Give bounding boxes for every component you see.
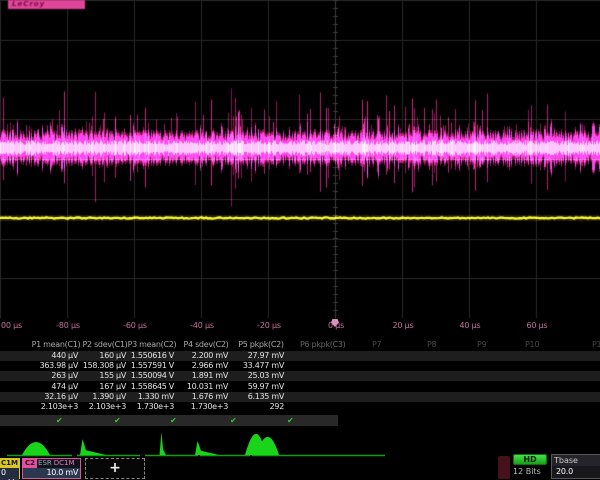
time-axis-label: -60 µs xyxy=(123,321,147,330)
measure-value: 1.557591 V xyxy=(131,361,174,371)
measure-param-header-inactive[interactable]: P6 pkpk(C3) xyxy=(300,340,346,349)
measure-row: 32.16 µV 1.390 µV 1.330 mV 1.676 mV 6.135 mV xyxy=(0,392,600,402)
c2-esr-tag: ESR xyxy=(37,459,53,468)
measure-value: 1.730e+3 xyxy=(137,402,174,412)
c1-descriptor-partial[interactable]: C1M 0 mV xyxy=(0,458,20,479)
measure-value: 1.550616 V xyxy=(131,351,174,361)
resolution-label: 12 Bits xyxy=(513,467,553,476)
measure-value: 2.966 mV xyxy=(192,361,228,371)
descriptor-fragment xyxy=(498,456,510,479)
c2-coupling-tag: DC1M xyxy=(53,459,76,468)
c1-scale-value: 0 mV xyxy=(0,468,19,480)
measure-value: 1.730e+3 xyxy=(191,402,228,412)
time-axis-label: 20 µs xyxy=(393,321,414,330)
time-axis: 00 µs -80 µs -60 µs -40 µs -20 µs 0 µs 20 µs 40… xyxy=(0,318,600,333)
measure-value: 32.16 µV xyxy=(44,392,78,402)
measure-value: 167 µV xyxy=(99,382,126,392)
time-axis-label: -20 µs xyxy=(257,321,281,330)
measure-value: 1.330 mV xyxy=(138,392,174,402)
measure-param-header[interactable]: P5 pkpk(C2) xyxy=(238,340,284,349)
measure-value: 2.103e+3 xyxy=(41,402,78,412)
measure-value: 6.135 mV xyxy=(248,392,284,402)
measure-row: 363.98 µV 158.308 µV 1.557591 V 2.966 mV 33.… xyxy=(0,361,600,371)
measure-value: 27.97 mV xyxy=(248,351,284,361)
time-axis-label: 00 µs xyxy=(1,321,22,330)
measure-value: 1.676 mV xyxy=(192,392,228,402)
histicon xyxy=(245,434,279,455)
time-axis-label: -40 µs xyxy=(190,321,214,330)
status-check-icon: ✔ xyxy=(170,416,176,425)
histicon xyxy=(80,439,106,455)
measure-param-header-inactive[interactable]: P8 xyxy=(427,340,436,349)
measure-row: 263 µV 155 µV 1.550094 V 1.891 mV 25.03 mV xyxy=(0,371,600,381)
measure-param-header-inactive[interactable]: P7 xyxy=(372,340,381,349)
measure-value: 1.558645 V xyxy=(131,382,174,392)
time-axis-label: 40 µs xyxy=(460,321,481,330)
histicon xyxy=(195,441,219,455)
measure-value: 160 µV xyxy=(99,351,126,361)
measure-value: 158.308 µV xyxy=(83,361,126,371)
measure-param-header-inactive[interactable]: P11 xyxy=(592,340,600,349)
timebase-value: 20.0 xyxy=(552,466,600,477)
measure-param-header[interactable]: P2 sdev(C1) xyxy=(83,340,128,349)
measure-param-header-inactive[interactable]: P10 xyxy=(525,340,539,349)
measure-param-header-inactive[interactable]: P9 xyxy=(477,340,486,349)
status-check-icon: ✔ xyxy=(114,416,120,425)
measure-value: 2.200 mV xyxy=(192,351,228,361)
lecroy-logo: LeCroy xyxy=(8,0,85,9)
measure-value: 292 xyxy=(270,402,284,412)
measure-row: 440 µV 160 µV 1.550616 V 2.200 mV 27.97 mV xyxy=(0,351,600,361)
waveform-display[interactable] xyxy=(0,0,600,318)
time-axis-label: 60 µs xyxy=(527,321,548,330)
status-check-icon: ✔ xyxy=(287,416,293,425)
add-trace-button[interactable]: + xyxy=(85,458,145,479)
measure-value: 33.477 mV xyxy=(243,361,284,371)
measure-value: 25.03 mV xyxy=(248,371,284,381)
measure-value: 59.97 mV xyxy=(248,382,284,392)
hd-mode-badge: HD xyxy=(513,454,547,465)
c1-coupling-badge: C1M xyxy=(0,459,19,468)
c2-descriptor[interactable]: C2 ESR DC1M 10.0 mV xyxy=(22,458,81,479)
measure-param-header[interactable]: P4 sdev(C2) xyxy=(184,340,229,349)
measure-status-row: ✔ ✔ ✔ ✔ ✔ xyxy=(0,415,338,426)
histicons-row xyxy=(0,430,600,458)
measure-value: 1.891 mV xyxy=(192,371,228,381)
measure-value: 363.98 µV xyxy=(40,361,78,371)
status-check-icon: ✔ xyxy=(56,416,62,425)
measure-row: 2.103e+3 2.103e+3 1.730e+3 1.730e+3 292 xyxy=(0,402,600,412)
time-axis-label: 0 µs xyxy=(328,321,344,330)
measure-value: 474 µV xyxy=(51,382,78,392)
measure-value: 155 µV xyxy=(99,371,126,381)
measure-value: 1.390 µV xyxy=(92,392,126,402)
measure-value: 440 µV xyxy=(51,351,78,361)
measure-value: 1.550094 V xyxy=(131,371,174,381)
measure-value: 2.103e+3 xyxy=(89,402,126,412)
timebase-descriptor[interactable]: Tbase 20.0 xyxy=(551,454,600,479)
measure-row: 474 µV 167 µV 1.558645 V 10.031 mV 59.97 mV xyxy=(0,382,600,392)
measure-value: 263 µV xyxy=(51,371,78,381)
histicon xyxy=(160,432,167,455)
c2-scale-value: 10.0 mV xyxy=(23,468,80,478)
c2-channel-badge: C2 xyxy=(23,459,37,468)
time-axis-label: -80 µs xyxy=(56,321,80,330)
histicon xyxy=(22,442,50,455)
measure-value: 10.031 mV xyxy=(187,382,228,392)
status-check-icon: ✔ xyxy=(230,416,236,425)
oscilloscope-screen: LeCroy 00 µs -80 µs -60 µs -40 µs -20 µs 0 µs… xyxy=(0,0,600,480)
measure-param-header[interactable]: P1 mean(C1) xyxy=(32,340,81,349)
timebase-label: Tbase xyxy=(552,455,600,466)
measure-param-header[interactable]: P3 mean(C2) xyxy=(128,340,177,349)
c2-descriptor-top: C2 ESR DC1M xyxy=(23,459,80,468)
